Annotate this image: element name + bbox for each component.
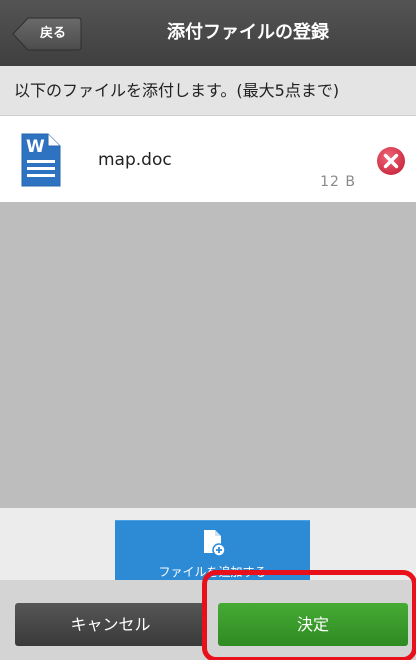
svg-text:W: W <box>26 137 45 157</box>
info-bar: 以下のファイルを添付します。(最大5点まで) <box>0 66 416 116</box>
bottom-action-bar: キャンセル 決定 <box>0 580 416 660</box>
page-title: 添付ファイルの登録 <box>167 22 329 43</box>
back-button-label: 戻る <box>40 26 67 41</box>
add-file-button[interactable]: ファイルを追加する <box>115 520 310 580</box>
info-text: 以下のファイルを添付します。(最大5点まで) <box>14 81 340 100</box>
list-item[interactable]: W map.doc 12 B <box>0 116 416 202</box>
file-name: map.doc <box>98 150 172 170</box>
add-file-bar: ファイルを追加する <box>0 508 416 580</box>
close-icon <box>377 147 405 175</box>
cancel-button[interactable]: キャンセル <box>15 603 206 646</box>
back-button[interactable]: 戻る <box>12 17 82 51</box>
add-file-label: ファイルを追加する <box>158 565 267 579</box>
word-document-icon: W <box>20 132 62 192</box>
screen: 戻る 添付ファイルの登録 以下のファイルを添付します。(最大5点まで) W ma… <box>0 0 416 660</box>
remove-file-button[interactable] <box>376 146 406 176</box>
add-file-icon <box>203 529 226 561</box>
confirm-button[interactable]: 決定 <box>218 603 408 646</box>
header-bar: 戻る 添付ファイルの登録 <box>0 0 416 66</box>
file-size: 12 B <box>320 174 356 190</box>
empty-list-area <box>0 202 416 508</box>
